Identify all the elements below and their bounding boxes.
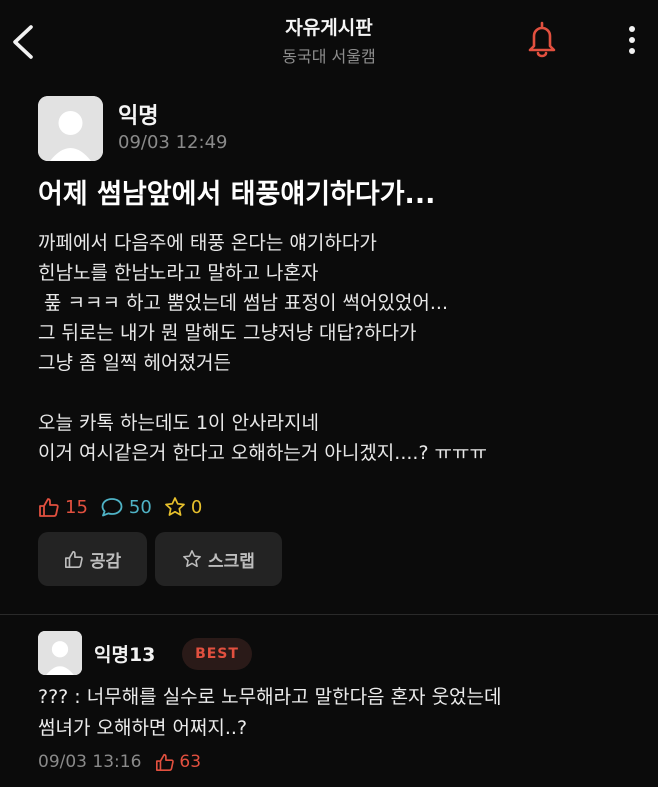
post-body: 까페에서 다음주에 태풍 온다는 얘기하다가 힌남노를 한남노라고 말하고 나혼… — [38, 228, 638, 468]
star-icon — [164, 497, 185, 516]
post-body-line: 이거 여시같은거 한다고 오해하는거 아니겠지....? ㅠㅠㅠ — [38, 442, 488, 464]
like-button[interactable]: 공감 — [38, 532, 147, 586]
comment-author-avatar — [38, 631, 82, 675]
comment-body-line: ??? : 너무해를 실수로 노무해라고 말한다음 혼자 웃었는데 — [38, 686, 502, 708]
post-body-line: 까페에서 다음주에 태풍 온다는 얘기하다가 — [38, 232, 377, 254]
comment-body: ??? : 너무해를 실수로 노무해라고 말한다음 혼자 웃었는데 썸녀가 오해… — [38, 682, 648, 744]
comment-author-name: 익명13 — [94, 644, 156, 666]
star-icon — [183, 550, 201, 568]
like-count-stat: 15 — [38, 496, 88, 518]
author-avatar — [38, 96, 103, 161]
post-body-line: 풒 ㅋㅋㅋ 하고 뿜었는데 썸남 표정이 썩어있었어... — [38, 292, 448, 314]
post-body-line: 그 뒤로는 내가 뭔 말해도 그냥저냥 대답?하다가 — [38, 322, 417, 344]
scrap-button-label: 스크랩 — [208, 551, 255, 572]
comment-body-line: 썸녀가 오해하면 어쩌지..? — [38, 717, 248, 739]
post-body-line: 그냥 좀 일찍 헤어졌거든 — [38, 352, 231, 374]
like-count: 15 — [65, 496, 88, 518]
comment-like-count-stat[interactable]: 63 — [155, 752, 201, 772]
speech-bubble-icon — [101, 498, 123, 517]
comment-count-stat: 50 — [100, 496, 152, 518]
scrap-button[interactable]: 스크랩 — [155, 532, 282, 586]
bell-icon — [528, 21, 556, 58]
comment-footer: 09/03 13:16 63 — [38, 752, 201, 772]
comment-like-count: 63 — [179, 752, 202, 772]
thumbs-up-icon — [64, 550, 83, 568]
best-badge: BEST — [182, 638, 252, 670]
author-name: 익명 — [118, 104, 159, 129]
comment-timestamp: 09/03 13:16 — [38, 752, 142, 772]
comment-count: 50 — [128, 496, 152, 518]
scrap-count: 0 — [190, 496, 203, 518]
post-title: 어제 썸남앞에서 태풍얘기하다가... — [38, 179, 436, 210]
post-stats: 15 50 0 — [38, 494, 214, 520]
default-profile-icon — [38, 96, 103, 161]
notification-button[interactable] — [524, 19, 560, 59]
thumbs-up-icon — [156, 753, 175, 771]
thumbs-up-icon — [39, 498, 59, 517]
divider — [0, 614, 658, 615]
post-body-line: 힌남노를 한남노라고 말하고 나혼자 — [38, 262, 319, 284]
more-vertical-icon — [629, 26, 635, 54]
scrap-count-stat: 0 — [164, 496, 202, 518]
post-timestamp: 09/03 12:49 — [118, 132, 228, 153]
post-body-line: 오늘 카톡 하는데도 1이 안사라지네 — [38, 412, 319, 434]
like-button-label: 공감 — [89, 551, 122, 572]
more-options-button[interactable] — [620, 24, 644, 58]
default-profile-icon — [38, 631, 82, 675]
post-body-line — [38, 378, 638, 408]
